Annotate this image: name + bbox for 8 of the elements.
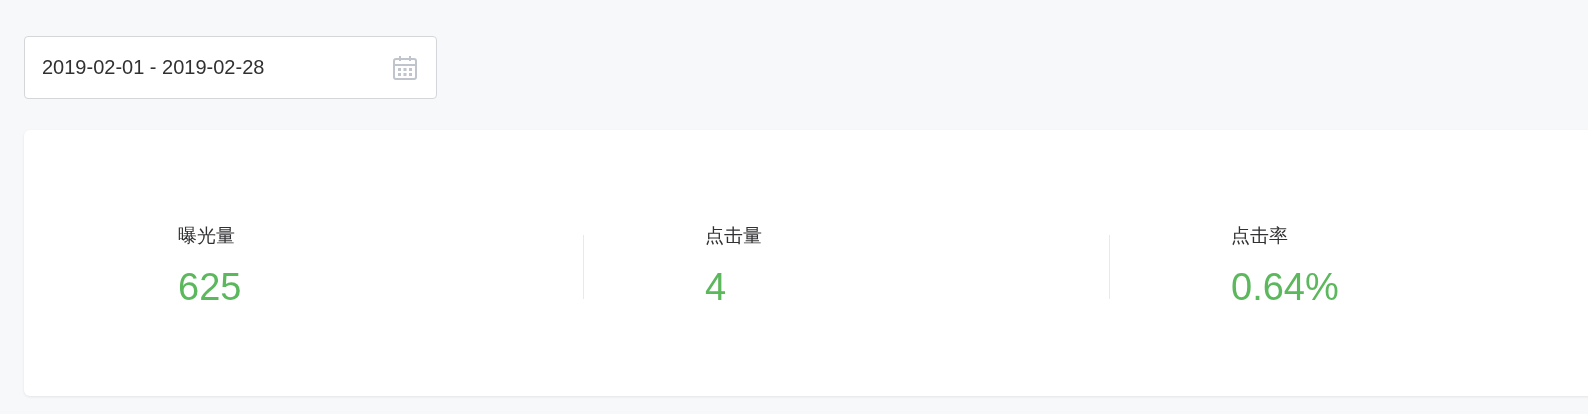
stat-value: 625 bbox=[178, 266, 243, 309]
stat-label: 曝光量 bbox=[178, 224, 236, 248]
date-range-field[interactable]: 2019-02-01 - 2019-02-28 bbox=[24, 36, 437, 99]
stat-value: 0.64% bbox=[1231, 266, 1340, 309]
stat-label: 点击量 bbox=[705, 224, 763, 248]
stat-value: 4 bbox=[705, 266, 728, 309]
calendar-icon bbox=[392, 54, 418, 81]
stat-label: 点击率 bbox=[1231, 224, 1289, 248]
